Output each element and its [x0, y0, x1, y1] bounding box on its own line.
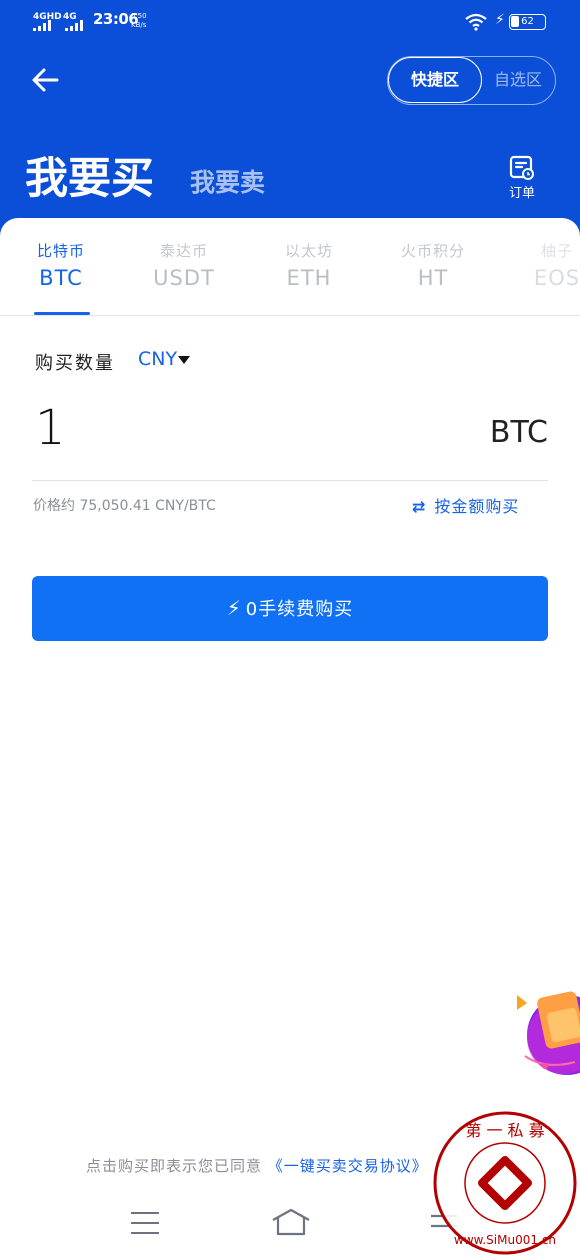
agreement-link[interactable]: 《一键买卖交易协议》: [268, 1157, 428, 1175]
agreement-text: 点击购买即表示您已同意 《一键买卖交易协议》: [86, 1155, 428, 1176]
battery-icon: 62: [509, 14, 546, 30]
status-bar: 4GHD 4G 23:06 0.50 KB/s ⚡ 62: [0, 0, 580, 44]
tab-code: BTC: [39, 266, 83, 290]
currency-select[interactable]: CNY: [138, 348, 177, 370]
tab-ht[interactable]: 火币积分 HT: [373, 218, 493, 315]
tab-label-cn: 比特币: [36, 242, 85, 260]
network-speed: 0.50 KB/s: [131, 12, 147, 30]
input-divider: [32, 480, 548, 481]
signal-icon: [33, 20, 51, 31]
caret-down-icon[interactable]: [178, 356, 190, 364]
buy-button[interactable]: ⚡ 0手续费购买: [32, 576, 548, 641]
charging-icon: ⚡: [495, 12, 505, 28]
agreement-prefix: 点击购买即表示您已同意: [86, 1157, 263, 1175]
buy-by-amount-label: 按金额购买: [434, 497, 520, 516]
home-icon[interactable]: [270, 1208, 312, 1238]
signal-icon: [65, 20, 83, 31]
tab-label-cn: 以太坊: [284, 242, 333, 260]
back-arrow-icon[interactable]: [28, 62, 64, 98]
amount-input[interactable]: 1: [35, 400, 66, 456]
zone-toggle: 快捷区 自选区: [387, 56, 556, 105]
sell-tab[interactable]: 我要卖: [190, 163, 265, 199]
tab-label-cn: 柚子: [540, 242, 573, 260]
tab-code: ETH: [286, 266, 332, 290]
tab-btc[interactable]: 比特币 BTC: [1, 218, 121, 315]
battery-level: 62: [521, 16, 534, 27]
quick-zone-tab[interactable]: 快捷区: [388, 57, 482, 103]
custom-zone-tab[interactable]: 自选区: [482, 57, 554, 103]
active-tab-indicator: [34, 312, 90, 315]
tab-label-cn: 火币积分: [400, 242, 465, 260]
swap-icon: ⇄: [412, 497, 427, 516]
buy-by-amount-link[interactable]: ⇄ 按金额购买: [412, 493, 519, 517]
coin-tabs: 比特币 BTC 泰达币 USDT 以太坊 ETH 火币积分 HT 柚子 EOS: [0, 218, 580, 316]
tab-eos[interactable]: 柚子 EOS: [497, 218, 580, 315]
tab-usdt[interactable]: 泰达币 USDT: [124, 218, 244, 315]
svg-text:www.SiMu001.cn: www.SiMu001.cn: [454, 1233, 556, 1247]
tab-code: USDT: [153, 266, 215, 290]
buy-button-label: 0手续费购买: [245, 599, 354, 620]
order-icon: [509, 155, 534, 180]
tab-eth[interactable]: 以太坊 ETH: [249, 218, 369, 315]
price-estimate: 价格约 75,050.41 CNY/BTC: [33, 498, 216, 514]
svg-text:第 一 私 募: 第 一 私 募: [465, 1121, 544, 1140]
lightning-icon: ⚡: [226, 596, 242, 620]
tab-code: HT: [417, 266, 449, 290]
speed-value: 0.50: [131, 12, 147, 20]
menu-icon[interactable]: [131, 1212, 161, 1236]
orders-button[interactable]: 订单: [500, 155, 544, 201]
tab-code: EOS: [533, 266, 580, 290]
tab-label-cn: 泰达币: [159, 242, 208, 260]
promo-gift-icon[interactable]: [505, 980, 580, 1075]
speed-unit: KB/s: [131, 21, 147, 29]
quantity-label: 购买数量: [35, 353, 115, 374]
unit-label: BTC: [489, 415, 548, 450]
buy-tab[interactable]: 我要买: [25, 144, 154, 206]
orders-label: 订单: [508, 186, 535, 201]
watermark-seal: 第 一 私 募 www.SiMu001.cn: [433, 1111, 577, 1255]
wifi-icon: [465, 13, 487, 31]
